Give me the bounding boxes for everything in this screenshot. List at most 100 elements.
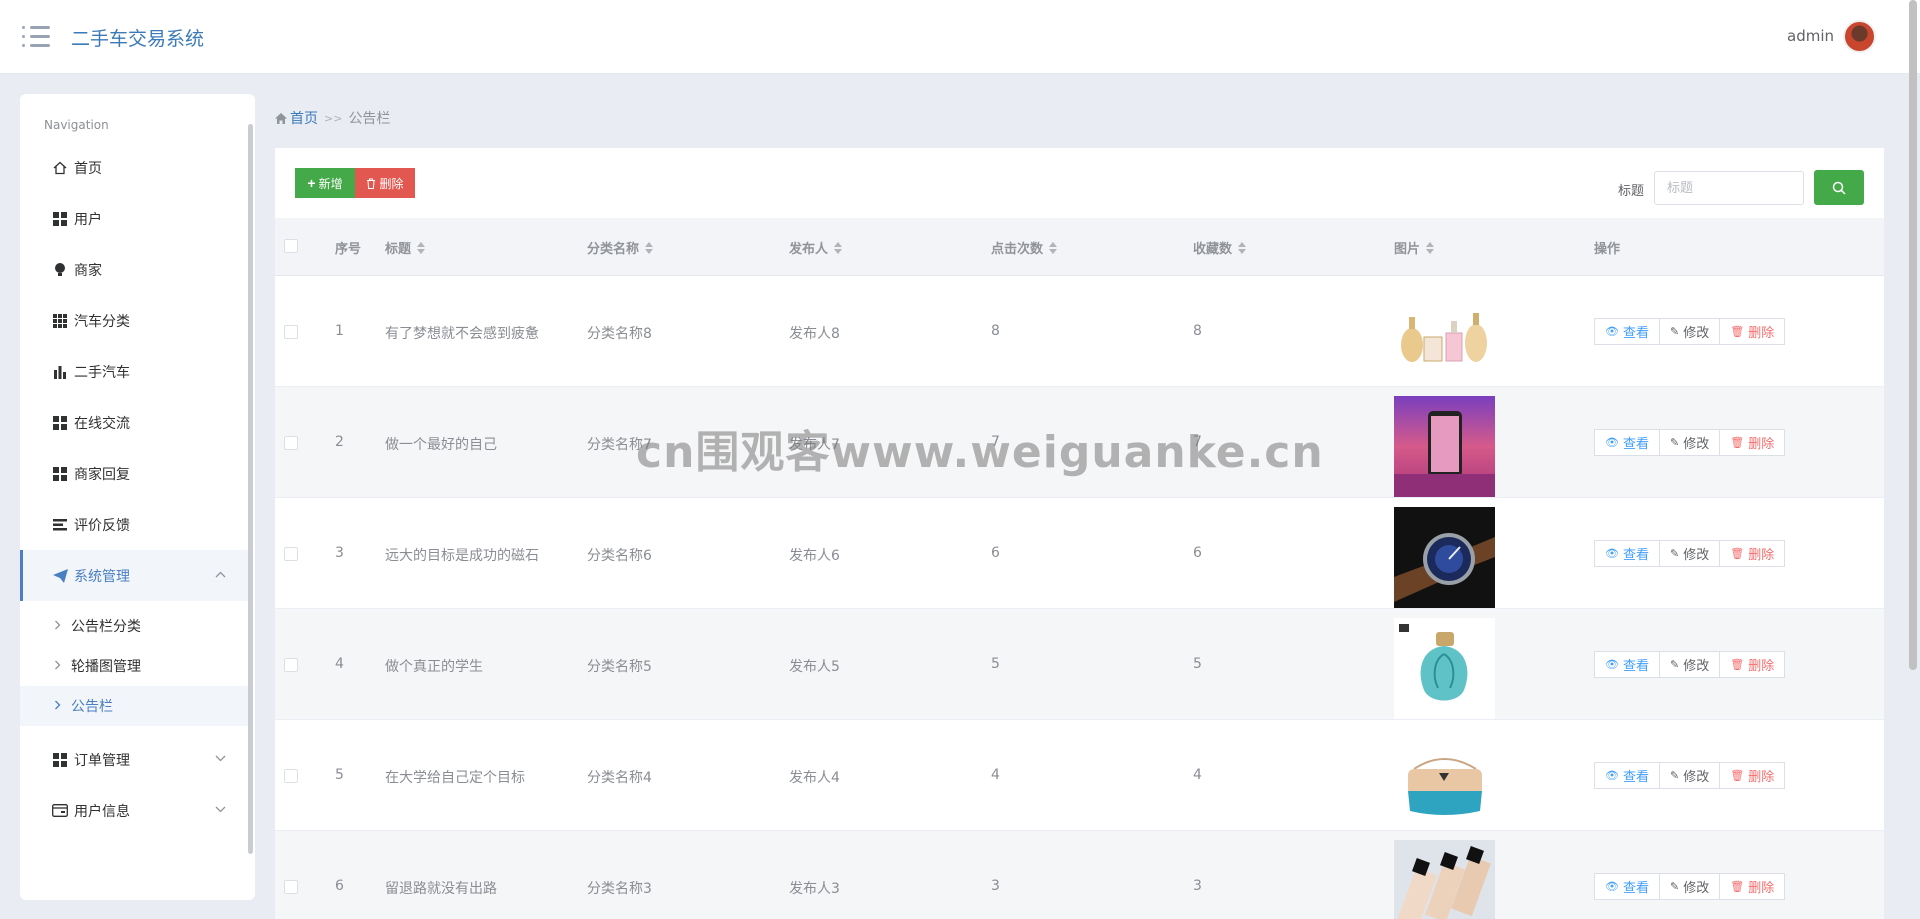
row-checkbox[interactable]	[284, 769, 298, 783]
sidebar-item-used-cars[interactable]: 二手汽车	[20, 346, 248, 397]
sidebar-subitem-notice-category[interactable]: 公告栏分类	[20, 606, 248, 646]
column-header-category[interactable]: 分类名称	[587, 238, 654, 257]
add-button[interactable]: + 新增	[295, 168, 355, 198]
select-all-checkbox[interactable]	[284, 239, 298, 253]
row-checkbox[interactable]	[284, 658, 298, 672]
row-delete-button[interactable]: 🗑 删除	[1719, 873, 1786, 900]
column-header-publisher[interactable]: 发布人	[789, 238, 843, 257]
cell-clicks: 5	[991, 656, 1000, 672]
sidebar-item-car-category[interactable]: 汽车分类	[20, 295, 248, 346]
sidebar-item-label: 评价反馈	[74, 517, 130, 534]
column-header-favorites[interactable]: 收藏数	[1193, 238, 1247, 257]
edit-button[interactable]: ✎ 修改	[1658, 762, 1721, 789]
cell-clicks: 3	[991, 878, 1000, 894]
sidebar-item-label: 在线交流	[74, 415, 130, 432]
sidebar-item-merchants[interactable]: 商家	[20, 244, 248, 295]
view-button[interactable]: 👁 查看	[1594, 762, 1660, 789]
eye-icon: 👁	[1605, 769, 1619, 782]
sidebar-item-online-chat[interactable]: 在线交流	[20, 397, 248, 448]
sidebar-item-feedback[interactable]: 评价反馈	[20, 499, 248, 550]
chevron-right-icon	[54, 659, 61, 673]
row-checkbox[interactable]	[284, 436, 298, 450]
edit-button[interactable]: ✎ 修改	[1658, 651, 1721, 678]
sidebar-item-label: 首页	[74, 160, 102, 177]
row-delete-button[interactable]: 🗑 删除	[1719, 429, 1786, 456]
teal-perfume-image	[1394, 618, 1495, 719]
view-button[interactable]: 👁 查看	[1594, 318, 1660, 345]
sidebar-item-orders[interactable]: 订单管理	[20, 734, 248, 785]
edit-icon: ✎	[1669, 769, 1680, 782]
column-header-clicks[interactable]: 点击次数	[991, 238, 1058, 257]
cell-clicks: 7	[991, 434, 1000, 450]
app-title: 二手车交易系统	[71, 28, 205, 50]
cell-title: 做一个最好的自己	[385, 437, 497, 453]
sidebar-item-system-management[interactable]: 系统管理	[20, 550, 248, 601]
row-actions: 👁 查看 ✎ 修改 🗑 删除	[1594, 873, 1786, 900]
sidebar-item-users[interactable]: 用户	[20, 193, 248, 244]
page-scrollbar[interactable]	[1909, 0, 1917, 670]
edit-button[interactable]: ✎ 修改	[1658, 318, 1721, 345]
view-button[interactable]: 👁 查看	[1594, 651, 1660, 678]
sidebar: Navigation 首页 用户 商家 汽车分类 二手汽车 在线交流 商家回复	[20, 94, 255, 900]
view-button[interactable]: 👁 查看	[1594, 873, 1660, 900]
breadcrumb: 首页 >> 公告栏	[275, 108, 390, 128]
sidebar-item-home[interactable]: 首页	[20, 142, 248, 193]
table-header: 序号 标题 分类名称 发布人 点击次数 收藏数 图片 操作	[275, 218, 1884, 276]
cell-title: 远大的目标是成功的磁石	[385, 548, 539, 564]
row-delete-button[interactable]: 🗑 删除	[1719, 540, 1786, 567]
cell-title: 有了梦想就不会感到疲惫	[385, 326, 539, 342]
row-actions: 👁 查看 ✎ 修改 🗑 删除	[1594, 651, 1786, 678]
row-actions: 👁 查看 ✎ 修改 🗑 删除	[1594, 762, 1786, 789]
search-button[interactable]	[1814, 170, 1864, 205]
top-bar: 二手车交易系统 admin	[0, 0, 1920, 74]
grid-nine-icon	[52, 313, 68, 329]
view-button[interactable]: 👁 查看	[1594, 540, 1660, 567]
trash-icon	[366, 178, 376, 189]
bulb-icon	[52, 262, 68, 278]
nav-title: Navigation	[44, 118, 109, 132]
sidebar-item-merchant-reply[interactable]: 商家回复	[20, 448, 248, 499]
menu-toggle-icon[interactable]	[22, 26, 50, 48]
wristwatch-image	[1394, 507, 1495, 608]
phone-flowers-image	[1394, 396, 1495, 497]
column-header-image[interactable]: 图片	[1394, 238, 1435, 257]
sidebar-item-label: 用户信息	[74, 803, 130, 820]
row-checkbox[interactable]	[284, 325, 298, 339]
cell-favorites: 4	[1193, 767, 1202, 783]
delete-button[interactable]: 删除	[355, 168, 415, 198]
sort-icon	[834, 241, 843, 254]
trash-icon: 🗑	[1730, 658, 1745, 671]
sidebar-item-user-info[interactable]: 用户信息	[20, 785, 248, 836]
sort-icon	[645, 241, 654, 254]
edit-button[interactable]: ✎ 修改	[1658, 540, 1721, 567]
search-label: 标题	[1617, 184, 1644, 199]
user-name[interactable]: admin	[1787, 27, 1834, 45]
row-delete-button[interactable]: 🗑 删除	[1719, 651, 1786, 678]
edit-button[interactable]: ✎ 修改	[1658, 873, 1721, 900]
chevron-down-icon	[215, 752, 226, 765]
sidebar-item-label: 二手汽车	[74, 364, 130, 381]
sort-icon	[1049, 241, 1058, 254]
search-icon	[1832, 181, 1846, 195]
row-checkbox[interactable]	[284, 880, 298, 894]
sidebar-subitem-notice-board[interactable]: 公告栏	[20, 686, 248, 726]
table-row: 2 做一个最好的自己 分类名称7 发布人7 7 7 👁 查看 ✎ 修改 🗑 删除	[275, 387, 1884, 498]
view-button[interactable]: 👁 查看	[1594, 429, 1660, 456]
edit-icon: ✎	[1669, 436, 1680, 449]
sidebar-scrollbar[interactable]	[248, 124, 253, 854]
card-icon	[52, 803, 68, 819]
row-checkbox[interactable]	[284, 547, 298, 561]
title-search-input[interactable]	[1654, 171, 1804, 205]
chevron-up-icon	[215, 568, 226, 581]
cell-publisher: 发布人4	[789, 770, 840, 786]
row-delete-button[interactable]: 🗑 删除	[1719, 318, 1786, 345]
breadcrumb-home[interactable]: 首页	[290, 108, 318, 128]
row-delete-button[interactable]: 🗑 删除	[1719, 762, 1786, 789]
cell-publisher: 发布人6	[789, 548, 840, 564]
sidebar-subitem-carousel[interactable]: 轮播图管理	[20, 646, 248, 686]
add-button-label: 新增	[318, 176, 343, 191]
edit-button[interactable]: ✎ 修改	[1658, 429, 1721, 456]
row-actions: 👁 查看 ✎ 修改 🗑 删除	[1594, 540, 1786, 567]
avatar[interactable]	[1843, 20, 1876, 53]
column-header-title[interactable]: 标题	[385, 238, 426, 257]
